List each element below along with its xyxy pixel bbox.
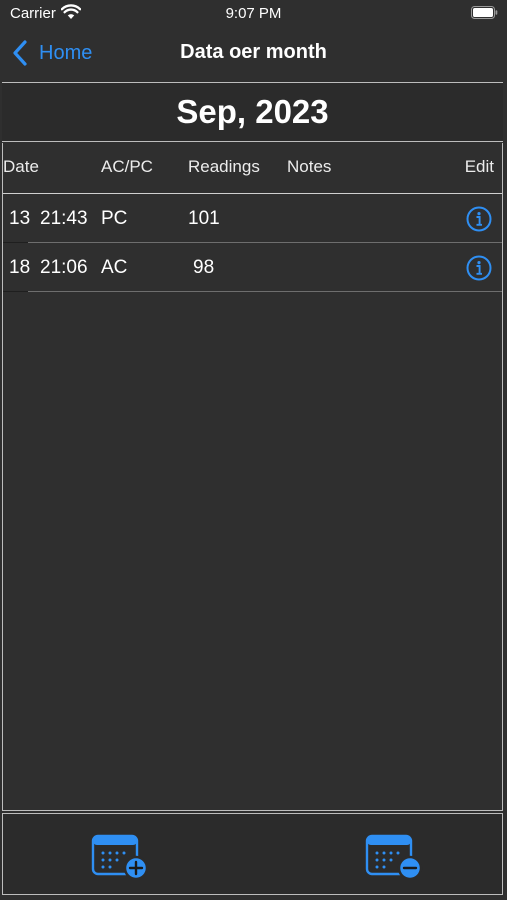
column-header-edit: Edit bbox=[464, 157, 494, 176]
column-header-readings: Readings bbox=[188, 157, 260, 176]
navigation-bar: Home Data oer month bbox=[0, 28, 507, 80]
row-reading: 101 bbox=[188, 208, 220, 229]
month-header: Sep, 2023 bbox=[2, 82, 503, 142]
month-title: Sep, 2023 bbox=[176, 93, 329, 130]
row-type: PC bbox=[101, 208, 128, 229]
row-divider bbox=[28, 290, 502, 292]
row-divider-left bbox=[3, 290, 28, 292]
battery-icon bbox=[471, 6, 498, 19]
bottom-toolbar bbox=[2, 813, 503, 895]
column-header-date: Date bbox=[3, 157, 39, 176]
table-header: Date AC/PC Readings Notes Edit bbox=[3, 143, 502, 194]
calendar-add-icon[interactable] bbox=[91, 832, 149, 880]
row-day: 13 bbox=[9, 208, 31, 229]
row-type: AC bbox=[101, 257, 128, 278]
page-title: Data oer month bbox=[180, 41, 327, 63]
row-reading: 98 bbox=[193, 257, 215, 278]
row-day: 18 bbox=[9, 257, 31, 278]
column-header-notes: Notes bbox=[287, 157, 332, 176]
info-icon[interactable] bbox=[466, 255, 492, 281]
info-icon[interactable] bbox=[466, 206, 492, 232]
readings-table: Date AC/PC Readings Notes Edit 13 21:43 … bbox=[2, 143, 503, 811]
calendar-remove-icon[interactable] bbox=[365, 832, 423, 880]
row-divider-left bbox=[3, 241, 28, 243]
table-row[interactable]: 13 21:43 PC 101 bbox=[3, 195, 502, 243]
row-time: 21:43 bbox=[40, 208, 88, 229]
column-header-type: AC/PC bbox=[101, 157, 153, 176]
status-bar: Carrier 9:07 PM bbox=[0, 0, 507, 28]
table-row[interactable]: 18 21:06 AC 98 bbox=[3, 244, 502, 292]
row-divider bbox=[28, 241, 502, 243]
row-time: 21:06 bbox=[40, 257, 88, 278]
status-time: 9:07 PM bbox=[225, 5, 282, 22]
